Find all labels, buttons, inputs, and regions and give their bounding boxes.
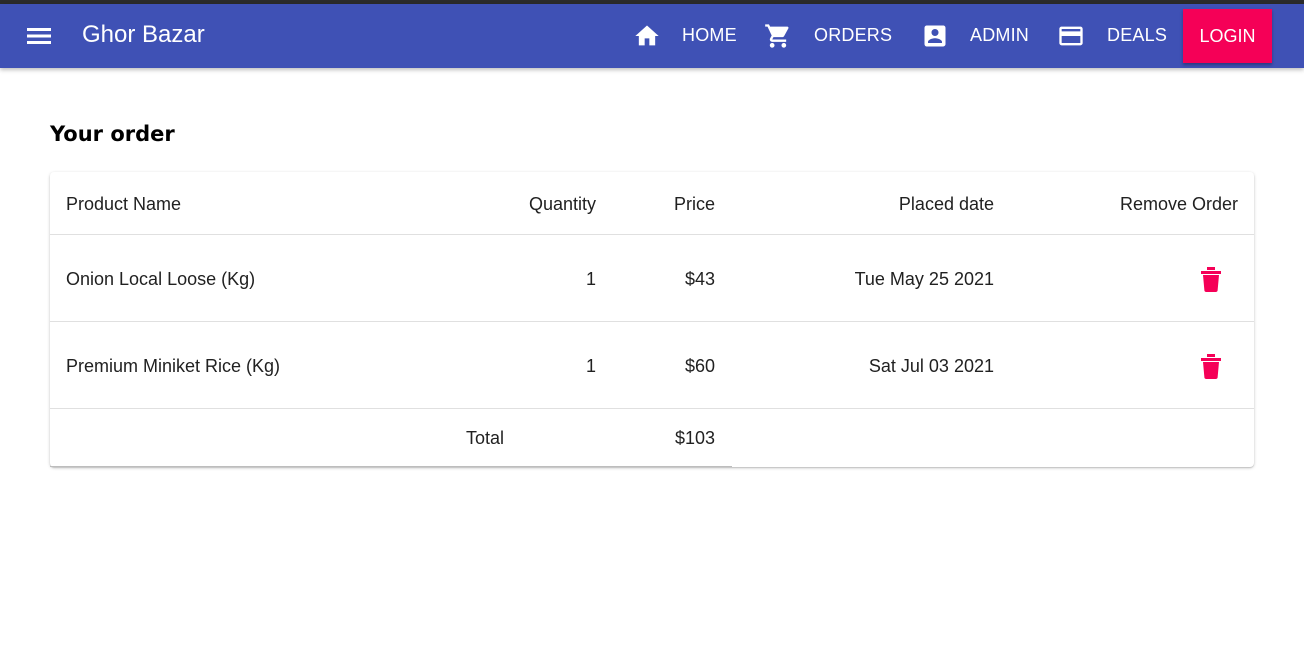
price: $43 [684,269,715,289]
column-header-remove: Remove Order [1119,194,1238,214]
delete-icon[interactable] [1200,353,1222,379]
divider [50,321,1254,322]
nav-home-button[interactable]: HOME [633,4,743,68]
product-name: Premium Miniket Rice (Kg) [66,356,281,376]
nav-orders-button[interactable]: ORDERS [764,4,899,68]
total-label: Total [465,428,504,448]
placed-date: Sat Jul 03 2021 [868,356,994,376]
column-header-date: Placed date [898,194,994,214]
menu-icon[interactable] [24,24,54,48]
login-button[interactable]: LOGIN [1183,9,1272,63]
home-icon [633,22,661,55]
divider [50,408,1254,409]
column-header-price: Price [673,194,715,214]
app-title[interactable]: Ghor Bazar [82,21,205,49]
credit-card-icon [1057,22,1085,55]
nav-deals-label: DEALS [1107,25,1168,45]
price: $60 [684,356,715,376]
nav-admin-label: ADMIN [970,25,1029,45]
nav-orders-label: ORDERS [814,25,893,45]
delete-icon[interactable] [1200,266,1222,292]
column-header-product: Product Name [66,194,182,214]
divider [50,234,1254,235]
product-name: Onion Local Loose (Kg) [66,269,256,289]
total-value: $103 [674,428,715,448]
nav-home-label: HOME [682,25,737,45]
column-header-quantity: Quantity [528,194,596,214]
placed-date: Tue May 25 2021 [854,269,994,289]
quantity: 1 [585,356,596,376]
account-box-icon [921,22,949,55]
cart-icon [764,22,792,55]
app-bar: Ghor Bazar HOME ORDERS ADMIN DEALS LOGIN [0,4,1304,68]
quantity: 1 [585,269,596,289]
orders-table: Product Name Quantity Price Placed date … [50,172,1254,467]
nav-admin-button[interactable]: ADMIN [921,4,1033,68]
page-title: Your order [50,122,175,146]
total-underline [50,466,732,467]
nav-deals-button[interactable]: DEALS [1057,4,1172,68]
